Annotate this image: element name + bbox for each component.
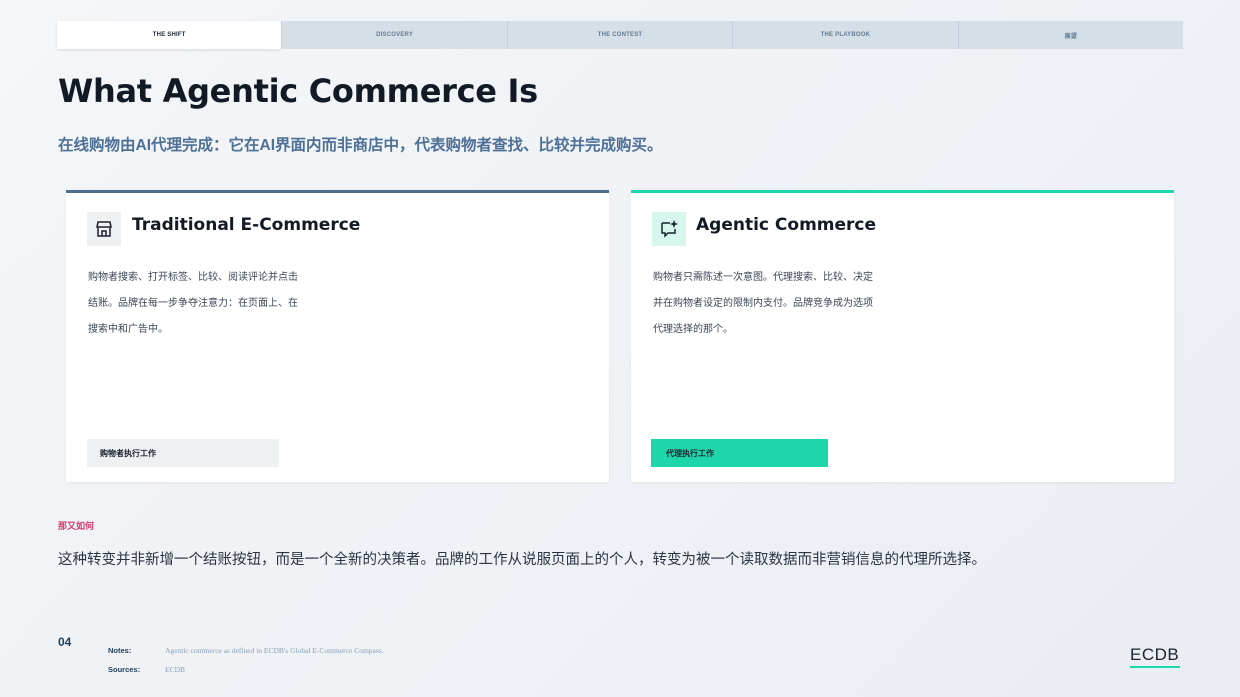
page-subtitle: 在线购物由AI代理完成：它在AI界面内而非商店中，代表购物者查找、比较并完成购买… (58, 137, 663, 154)
notes-label: Notes: (108, 646, 132, 655)
card-description-line: 并在购物者设定的限制内支付。品牌竞争成为选项 (653, 298, 873, 309)
sparkle-chat-icon (652, 212, 686, 246)
so-what-text: 这种转变并非新增一个结账按钮，而是一个全新的决策者。品牌的工作从说服页面上的个人… (58, 552, 986, 568)
agentic-commerce-card: Agentic Commerce 购物者只需陈述一次意图。代理搜索、比较、决定 … (631, 190, 1174, 482)
card-description: 购物者搜索、打开标签、比较、阅读评论并点击 结账。品牌在每一步争夺注意力：在页面… (88, 265, 333, 343)
sources-value: ECDB (165, 665, 186, 674)
card-description-line: 购物者搜索、打开标签、比较、阅读评论并点击 (88, 272, 298, 283)
logo-underline (1130, 666, 1180, 668)
storefront-icon (87, 212, 121, 246)
card-description-line: 代理选择的那个。 (653, 324, 733, 335)
notes-value: Agentic commerce as defined in ECDB's Gl… (165, 646, 384, 655)
page-number: 04 (58, 635, 72, 649)
card-description-line: 搜索中和广告中。 (88, 324, 168, 335)
tab-outlook[interactable]: 展望 (957, 21, 1184, 49)
tab-the-contest[interactable]: THE CONTEST (506, 21, 733, 49)
tab-the-playbook[interactable]: THE PLAYBOOK (732, 21, 958, 49)
traditional-ecommerce-card: Traditional E-Commerce 购物者搜索、打开标签、比较、阅读评… (66, 190, 609, 482)
tab-discovery[interactable]: DISCOVERY (281, 21, 507, 49)
sources-label: Sources: (108, 665, 141, 674)
ecdb-logo: ECDB (1130, 645, 1180, 664)
card-title: Traditional E-Commerce (132, 215, 361, 235)
agent-does-work-tag: 代理执行工作 (651, 439, 828, 467)
card-description-line: 购物者只需陈述一次意图。代理搜索、比较、决定 (653, 272, 873, 283)
footnotes: Notes: Agentic commerce as defined in EC… (108, 641, 384, 679)
card-description: 购物者只需陈述一次意图。代理搜索、比较、决定 并在购物者设定的限制内支付。品牌竞… (653, 265, 898, 343)
page-title: What Agentic Commerce Is (58, 72, 538, 110)
card-description-line: 结账。品牌在每一步争夺注意力：在页面上、在 (88, 298, 298, 309)
card-title: Agentic Commerce (696, 215, 877, 235)
shopper-does-work-tag: 购物者执行工作 (87, 439, 279, 467)
so-what-label: 那又如何 (58, 521, 95, 531)
section-tabs: THE SHIFT DISCOVERY THE CONTEST THE PLAY… (57, 21, 1184, 49)
tab-the-shift[interactable]: THE SHIFT (57, 21, 282, 49)
